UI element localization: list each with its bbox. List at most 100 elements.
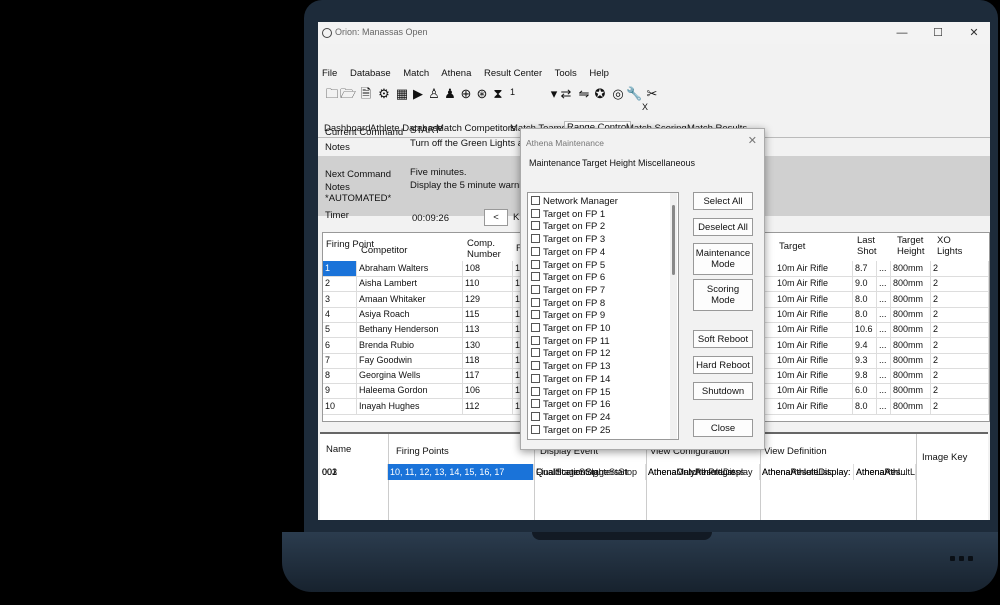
checkbox[interactable]	[531, 208, 540, 218]
menu-match[interactable]: Match	[403, 68, 429, 79]
checkbox[interactable]	[531, 411, 540, 421]
tools-icon[interactable]: ✂	[644, 86, 660, 102]
network-icon[interactable]: ⊛	[474, 86, 490, 102]
dialog-tab-miscellaneous[interactable]: Miscellaneous	[638, 158, 695, 168]
timer-icon[interactable]: ⧗	[490, 86, 506, 102]
dialog-tab-target-height[interactable]: Target Height	[582, 158, 636, 168]
users-icon[interactable]: ♟	[442, 86, 458, 102]
window-title: Orion: Manassas Open	[335, 27, 428, 37]
checkbox[interactable]	[531, 297, 540, 307]
checkbox[interactable]	[531, 221, 540, 231]
cell-shot: 8.0	[853, 398, 877, 414]
globe-icon[interactable]: ⊕	[458, 86, 474, 102]
dialog-tab-maintenance[interactable]: Maintenance	[529, 158, 581, 168]
settings-document-icon[interactable]: ⚙	[376, 86, 392, 102]
cell-target: 10m Air Rifle	[775, 337, 853, 353]
wrench-icon[interactable]: 🔧	[626, 86, 642, 102]
checklist-item[interactable]: Target on FP 7	[531, 284, 605, 298]
title-bar: Orion: Manassas Open — ☐ ✕	[318, 22, 990, 44]
menu-file[interactable]: File	[322, 68, 337, 79]
menu-result-center[interactable]: Result Center	[484, 68, 542, 79]
checklist-item[interactable]: Target on FP 1	[531, 208, 605, 222]
table-row[interactable]: 0027, 35QualificationSightersStopAthenaO…	[320, 464, 988, 496]
cell-target: 10m Air Rifle	[775, 352, 853, 368]
document-icon[interactable]: 🗎	[358, 86, 374, 102]
shutdown-button[interactable]: Shutdown	[693, 382, 753, 400]
checkbox[interactable]	[531, 246, 540, 256]
hard-reboot-button[interactable]: Hard Reboot	[693, 356, 753, 374]
checkbox[interactable]	[531, 348, 540, 358]
cell-shot: 9.0	[853, 276, 877, 292]
prev-button[interactable]: <	[484, 209, 508, 226]
checklist-item[interactable]: Target on FP 9	[531, 310, 605, 323]
minimize-button[interactable]: —	[892, 25, 912, 41]
checklist-item[interactable]: Target on FP 25	[531, 424, 610, 438]
cell-height: 800mm	[891, 398, 931, 414]
checklist-item[interactable]: Target on FP 11	[531, 335, 610, 349]
play-icon[interactable]: ▶	[410, 86, 426, 102]
checklist-scrollbar[interactable]	[670, 193, 677, 439]
toolbar-close-x[interactable]: X	[642, 102, 648, 112]
open-folder-icon[interactable]: 🗁	[340, 86, 356, 102]
checkbox[interactable]	[531, 234, 540, 244]
checkbox[interactable]	[531, 373, 540, 383]
checkbox[interactable]	[531, 310, 540, 320]
checklist-item[interactable]: Target on FP 5	[531, 259, 605, 273]
checklist-item[interactable]: Target on FP 3	[531, 234, 605, 247]
checkbox[interactable]	[531, 386, 540, 396]
menu-help[interactable]: Help	[589, 68, 609, 79]
cell-fp: 8	[323, 368, 357, 384]
maximize-button[interactable]: ☐	[928, 25, 948, 41]
scoring-mode-button[interactable]: Scoring Mode	[693, 279, 753, 311]
checklist-item[interactable]: Target on FP 24	[531, 411, 610, 425]
checklist-item[interactable]: Target on FP 2	[531, 221, 605, 234]
cell-def_b: AthenaResultList	[854, 464, 916, 480]
cell-xo: 2	[931, 383, 989, 399]
checkbox[interactable]	[531, 196, 540, 205]
cell-xo: 2	[931, 337, 989, 353]
folder-icon[interactable]: 🗀	[324, 86, 340, 102]
menu-database[interactable]: Database	[350, 68, 391, 79]
checklist-item[interactable]: Target on FP 13	[531, 361, 610, 374]
checkbox[interactable]	[531, 284, 540, 294]
checkbox[interactable]	[531, 259, 540, 269]
checklist-item[interactable]: Target on FP 15	[531, 386, 610, 400]
checklist-item[interactable]: Target on FP 14	[531, 373, 610, 387]
checkbox[interactable]	[531, 424, 540, 434]
swap-icon[interactable]: ⇋	[576, 86, 592, 102]
menu-athena[interactable]: Athena	[441, 68, 471, 79]
cell-fp: 10	[323, 398, 357, 414]
checklist-item[interactable]: Target on FP 6	[531, 272, 605, 285]
select-all-button[interactable]: Select All	[693, 192, 753, 210]
cell-fp: 6	[323, 337, 357, 353]
deselect-all-button[interactable]: Deselect All	[693, 218, 753, 236]
checklist-item[interactable]: Network Manager	[531, 196, 618, 209]
dialog-close-icon[interactable]: ✕	[748, 134, 757, 147]
checkbox[interactable]	[531, 323, 540, 332]
soft-reboot-button[interactable]: Soft Reboot	[693, 330, 753, 348]
checklist-item[interactable]: Target on FP 16	[531, 399, 610, 412]
checklist-item[interactable]: Target on FP 10	[531, 323, 610, 336]
maintenance-mode-button[interactable]: Maintenance Mode	[693, 243, 753, 275]
number-input[interactable]: 1	[510, 87, 546, 100]
menu-tools[interactable]: Tools	[555, 68, 577, 79]
user-icon[interactable]: ♙	[426, 86, 442, 102]
table-row[interactable]: 003 10, 11, 12, 13, 14, 15, 16, 17 FinalSt…	[320, 464, 988, 512]
checklist-item[interactable]: Target on FP 12	[531, 348, 610, 361]
checkbox[interactable]	[531, 335, 540, 345]
cell-xo: 2	[931, 306, 989, 322]
checkbox[interactable]	[531, 399, 540, 409]
medal-icon[interactable]: ✪	[592, 86, 608, 102]
checkbox[interactable]	[531, 272, 540, 282]
target-icon[interactable]: ◎	[610, 86, 626, 102]
checklist-item[interactable]: Target on FP 8	[531, 297, 605, 311]
transfer-icon[interactable]: ⇄	[558, 86, 574, 102]
checklist-item[interactable]: Target on FP 4	[531, 246, 605, 260]
dialog-close-button[interactable]: Close	[693, 419, 753, 437]
cell-dots: ...	[877, 368, 891, 384]
grid-icon[interactable]: ▦	[394, 86, 410, 102]
close-button[interactable]: ✕	[964, 25, 984, 41]
checkbox[interactable]	[531, 361, 540, 371]
checklist-item-label: Target on FP 11	[543, 335, 610, 347]
tab-match-competitors[interactable]: Match Competitors	[434, 123, 518, 134]
